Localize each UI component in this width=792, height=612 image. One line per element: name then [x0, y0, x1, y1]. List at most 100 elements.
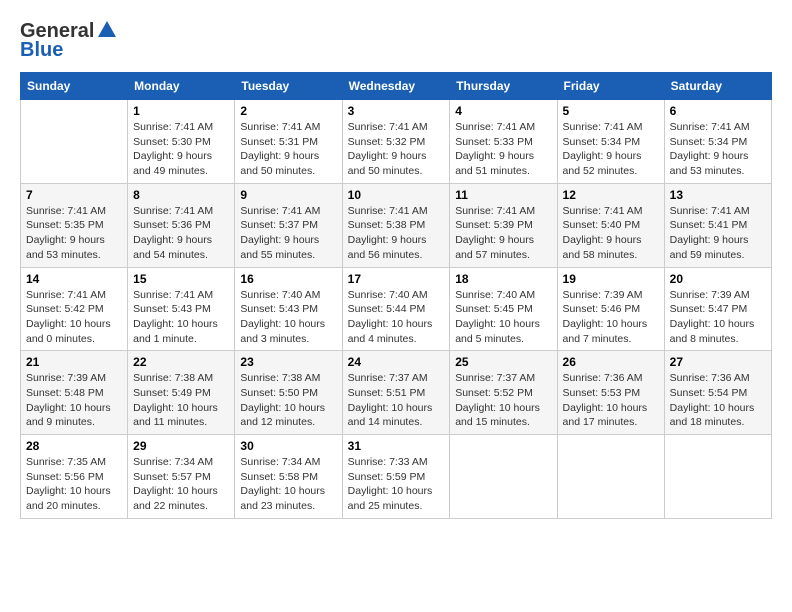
day-info: Sunrise: 7:35 AMSunset: 5:56 PMDaylight:… — [26, 455, 122, 514]
day-cell: 15 Sunrise: 7:41 AMSunset: 5:43 PMDayligh… — [128, 267, 235, 351]
day-info: Sunrise: 7:41 AMSunset: 5:42 PMDaylight:… — [26, 288, 122, 347]
day-cell — [557, 435, 664, 519]
day-number: 22 — [133, 355, 229, 369]
day-info: Sunrise: 7:38 AMSunset: 5:49 PMDaylight:… — [133, 371, 229, 430]
header-tuesday: Tuesday — [235, 73, 342, 100]
calendar-table: SundayMondayTuesdayWednesdayThursdayFrid… — [20, 72, 772, 519]
day-number: 27 — [670, 355, 766, 369]
week-row-1: 1 Sunrise: 7:41 AMSunset: 5:30 PMDaylight… — [21, 100, 772, 184]
day-cell: 16Sunrise: 7:40 AMSunset: 5:43 PMDayligh… — [235, 267, 342, 351]
day-info: Sunrise: 7:41 AMSunset: 5:39 PMDaylight:… — [455, 204, 551, 263]
day-info: Sunrise: 7:41 AMSunset: 5:43 PMDaylight:… — [133, 288, 229, 347]
day-number: 12 — [563, 188, 659, 202]
day-number: 10 — [348, 188, 445, 202]
day-info: Sunrise: 7:39 AMSunset: 5:46 PMDaylight:… — [563, 288, 659, 347]
day-cell: 27 Sunrise: 7:36 AMSunset: 5:54 PMDayligh… — [664, 351, 771, 435]
page-header: General Blue — [20, 20, 772, 62]
calendar-header-row: SundayMondayTuesdayWednesdayThursdayFrid… — [21, 73, 772, 100]
day-info: Sunrise: 7:41 AMSunset: 5:31 PMDaylight:… — [240, 120, 336, 179]
day-info: Sunrise: 7:41 AMSunset: 5:40 PMDaylight:… — [563, 204, 659, 263]
day-cell: 4 Sunrise: 7:41 AMSunset: 5:33 PMDaylight… — [450, 100, 557, 184]
day-number: 4 — [455, 104, 551, 118]
day-number: 29 — [133, 439, 229, 453]
day-info: Sunrise: 7:40 AMSunset: 5:43 PMDaylight:… — [240, 288, 336, 347]
day-info: Sunrise: 7:36 AMSunset: 5:54 PMDaylight:… — [670, 371, 766, 430]
day-cell: 10 Sunrise: 7:41 AMSunset: 5:38 PMDayligh… — [342, 183, 450, 267]
day-cell: 5 Sunrise: 7:41 AMSunset: 5:34 PMDaylight… — [557, 100, 664, 184]
day-number: 24 — [348, 355, 445, 369]
day-cell: 12 Sunrise: 7:41 AMSunset: 5:40 PMDayligh… — [557, 183, 664, 267]
day-number: 18 — [455, 272, 551, 286]
header-wednesday: Wednesday — [342, 73, 450, 100]
day-cell — [21, 100, 128, 184]
day-cell — [450, 435, 557, 519]
header-sunday: Sunday — [21, 73, 128, 100]
day-info: Sunrise: 7:37 AMSunset: 5:51 PMDaylight:… — [348, 371, 445, 430]
day-number: 7 — [26, 188, 122, 202]
day-info: Sunrise: 7:39 AMSunset: 5:48 PMDaylight:… — [26, 371, 122, 430]
day-number: 26 — [563, 355, 659, 369]
day-number: 30 — [240, 439, 336, 453]
day-cell: 24 Sunrise: 7:37 AMSunset: 5:51 PMDayligh… — [342, 351, 450, 435]
day-info: Sunrise: 7:40 AMSunset: 5:44 PMDaylight:… — [348, 288, 445, 347]
header-monday: Monday — [128, 73, 235, 100]
day-number: 17 — [348, 272, 445, 286]
day-info: Sunrise: 7:41 AMSunset: 5:34 PMDaylight:… — [670, 120, 766, 179]
day-info: Sunrise: 7:41 AMSunset: 5:33 PMDaylight:… — [455, 120, 551, 179]
day-cell: 9 Sunrise: 7:41 AMSunset: 5:37 PMDaylight… — [235, 183, 342, 267]
header-friday: Friday — [557, 73, 664, 100]
header-saturday: Saturday — [664, 73, 771, 100]
day-info: Sunrise: 7:41 AMSunset: 5:36 PMDaylight:… — [133, 204, 229, 263]
week-row-3: 14 Sunrise: 7:41 AMSunset: 5:42 PMDayligh… — [21, 267, 772, 351]
day-info: Sunrise: 7:33 AMSunset: 5:59 PMDaylight:… — [348, 455, 445, 514]
day-cell: 17 Sunrise: 7:40 AMSunset: 5:44 PMDayligh… — [342, 267, 450, 351]
header-thursday: Thursday — [450, 73, 557, 100]
day-info: Sunrise: 7:34 AMSunset: 5:58 PMDaylight:… — [240, 455, 336, 514]
day-number: 5 — [563, 104, 659, 118]
day-number: 13 — [670, 188, 766, 202]
day-info: Sunrise: 7:40 AMSunset: 5:45 PMDaylight:… — [455, 288, 551, 347]
day-cell: 28Sunrise: 7:35 AMSunset: 5:56 PMDayligh… — [21, 435, 128, 519]
day-cell: 1 Sunrise: 7:41 AMSunset: 5:30 PMDaylight… — [128, 100, 235, 184]
day-number: 6 — [670, 104, 766, 118]
day-cell: 29 Sunrise: 7:34 AMSunset: 5:57 PMDayligh… — [128, 435, 235, 519]
day-cell: 7Sunrise: 7:41 AMSunset: 5:35 PMDaylight… — [21, 183, 128, 267]
logo: General Blue — [20, 20, 118, 62]
day-cell: 14 Sunrise: 7:41 AMSunset: 5:42 PMDayligh… — [21, 267, 128, 351]
week-row-5: 28Sunrise: 7:35 AMSunset: 5:56 PMDayligh… — [21, 435, 772, 519]
day-number: 20 — [670, 272, 766, 286]
day-cell: 18 Sunrise: 7:40 AMSunset: 5:45 PMDayligh… — [450, 267, 557, 351]
day-number: 15 — [133, 272, 229, 286]
day-cell: 2 Sunrise: 7:41 AMSunset: 5:31 PMDaylight… — [235, 100, 342, 184]
day-number: 21 — [26, 355, 122, 369]
day-number: 23 — [240, 355, 336, 369]
day-info: Sunrise: 7:41 AMSunset: 5:38 PMDaylight:… — [348, 204, 445, 263]
day-number: 14 — [26, 272, 122, 286]
logo-icon — [96, 19, 118, 41]
day-number: 9 — [240, 188, 336, 202]
day-cell: 26 Sunrise: 7:36 AMSunset: 5:53 PMDayligh… — [557, 351, 664, 435]
day-info: Sunrise: 7:39 AMSunset: 5:47 PMDaylight:… — [670, 288, 766, 347]
day-cell: 31Sunrise: 7:33 AMSunset: 5:59 PMDayligh… — [342, 435, 450, 519]
day-info: Sunrise: 7:41 AMSunset: 5:41 PMDaylight:… — [670, 204, 766, 263]
day-info: Sunrise: 7:41 AMSunset: 5:37 PMDaylight:… — [240, 204, 336, 263]
day-number: 19 — [563, 272, 659, 286]
day-number: 3 — [348, 104, 445, 118]
day-number: 1 — [133, 104, 229, 118]
day-info: Sunrise: 7:34 AMSunset: 5:57 PMDaylight:… — [133, 455, 229, 514]
day-cell: 25Sunrise: 7:37 AMSunset: 5:52 PMDayligh… — [450, 351, 557, 435]
day-info: Sunrise: 7:38 AMSunset: 5:50 PMDaylight:… — [240, 371, 336, 430]
day-cell: 13 Sunrise: 7:41 AMSunset: 5:41 PMDayligh… — [664, 183, 771, 267]
day-cell: 21 Sunrise: 7:39 AMSunset: 5:48 PMDayligh… — [21, 351, 128, 435]
day-cell: 20 Sunrise: 7:39 AMSunset: 5:47 PMDayligh… — [664, 267, 771, 351]
day-cell: 23 Sunrise: 7:38 AMSunset: 5:50 PMDayligh… — [235, 351, 342, 435]
day-cell: 3 Sunrise: 7:41 AMSunset: 5:32 PMDaylight… — [342, 100, 450, 184]
day-info: Sunrise: 7:41 AMSunset: 5:30 PMDaylight:… — [133, 120, 229, 179]
day-info: Sunrise: 7:41 AMSunset: 5:32 PMDaylight:… — [348, 120, 445, 179]
day-number: 2 — [240, 104, 336, 118]
day-info: Sunrise: 7:36 AMSunset: 5:53 PMDaylight:… — [563, 371, 659, 430]
day-cell: 11Sunrise: 7:41 AMSunset: 5:39 PMDayligh… — [450, 183, 557, 267]
day-info: Sunrise: 7:41 AMSunset: 5:34 PMDaylight:… — [563, 120, 659, 179]
logo-blue-text: Blue — [20, 39, 63, 62]
day-cell: 19 Sunrise: 7:39 AMSunset: 5:46 PMDayligh… — [557, 267, 664, 351]
